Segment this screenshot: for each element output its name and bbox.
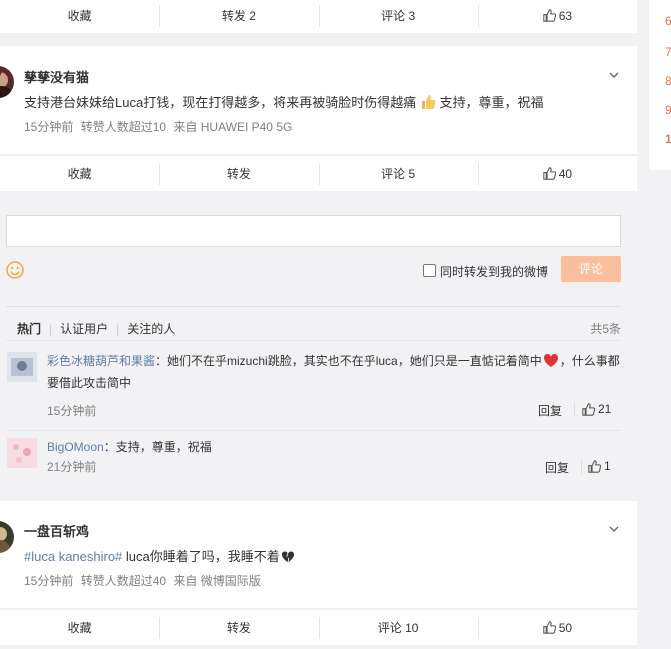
thumbs-up-icon <box>542 9 556 22</box>
divider <box>6 306 621 307</box>
post-text: #luca kaneshiro# luca你睡着了吗，我睡不着 <box>24 546 295 565</box>
divider <box>6 430 621 431</box>
forward-button[interactable]: 转发 <box>159 156 318 191</box>
post-meta: 15分钟前 转赞人数超过10 来自 HUAWEI P40 5G <box>24 118 296 135</box>
comment-label: 评论 10 <box>377 621 419 635</box>
comment-button[interactable]: 评论 5 <box>318 156 478 191</box>
post-card-1: 孳孳没有猫 支持港台妹妹给Luca打钱，现在打得越多，将来再被骑脸时伤得越痛 支… <box>0 46 637 154</box>
hashtag-link[interactable]: #luca kaneshiro# <box>24 549 122 564</box>
comment-filter-tabs: 热门 | 认证用户 | 关注的人 <box>17 320 175 337</box>
comment-like-button[interactable]: 1 <box>588 459 611 473</box>
rank-number: 9 <box>665 103 671 117</box>
tab-separator: | <box>49 321 53 336</box>
post-source: 来自 HUAWEI P40 5G <box>173 120 293 134</box>
forward-button[interactable]: 转发 <box>159 610 318 645</box>
comment-button[interactable]: 评论 3 <box>318 0 478 33</box>
comment-section: 同时转发到我的微博 评论 热门 | 认证用户 | 关注的人 共5条 彩色冰糖葫芦… <box>0 194 637 490</box>
post-source: 来自 微博国际版 <box>173 574 261 588</box>
like-count: 40 <box>558 166 573 181</box>
post-time[interactable]: 15分钟前 <box>24 120 73 134</box>
post1-action-bar: 收藏 转发 评论 5 40 <box>0 155 637 191</box>
comment-label: 评论 5 <box>381 167 416 181</box>
post-text: 支持港台妹妹给Luca打钱，现在打得越多，将来再被骑脸时伤得越痛 支持，尊重，祝… <box>24 92 543 111</box>
comment-like-count: 1 <box>604 459 611 473</box>
like-button[interactable]: 63 <box>477 0 637 33</box>
forward-label: 转发 <box>226 621 251 635</box>
reply-button[interactable]: 回复 <box>538 402 562 419</box>
tab-separator: | <box>116 321 120 336</box>
post-time[interactable]: 15分钟前 <box>24 574 73 588</box>
forward-label: 转发 2 <box>221 9 256 23</box>
thumbs-up-emoji-icon <box>421 95 436 109</box>
forward-label: 转发 <box>226 167 251 181</box>
comment-button[interactable]: 评论 10 <box>318 610 478 645</box>
thumbs-up-icon <box>542 167 556 180</box>
comment-body: ：她们不在乎mizuchi跳脸，其实也不在乎luca，她们只是一直惦记着简中 <box>155 354 542 368</box>
favorite-label: 收藏 <box>67 167 92 181</box>
chevron-down-icon[interactable] <box>609 70 619 80</box>
post-meta: 15分钟前 转赞人数超过40 来自 微博国际版 <box>24 572 265 589</box>
comment-body: ：支持，尊重，祝福 <box>103 440 212 454</box>
right-sidebar-list: 6 7 8 9 1 <box>649 0 671 170</box>
forward-button[interactable]: 转发 2 <box>159 0 318 33</box>
comment-username[interactable]: BigOMoon <box>47 440 104 454</box>
post-reach: 转赞人数超过40 <box>80 574 167 588</box>
like-count: 50 <box>558 620 573 635</box>
favorite-button[interactable]: 收藏 <box>0 610 159 645</box>
post-card-2: 一盘百斩鸡 #luca kaneshiro# luca你睡着了吗，我睡不着 15… <box>0 501 637 608</box>
comment-username[interactable]: 彩色冰糖葫芦和果酱 <box>47 354 155 368</box>
tab-verified[interactable]: 认证用户 <box>60 320 108 337</box>
comment-like-button[interactable]: 21 <box>582 402 611 416</box>
also-forward-label: 同时转发到我的微博 <box>440 265 549 279</box>
comment-item: 彩色冰糖葫芦和果酱：她们不在乎mizuchi跳脸，其实也不在乎luca，她们只是… <box>6 352 621 422</box>
favorite-label: 收藏 <box>67 9 92 23</box>
comment-like-count: 21 <box>598 402 612 416</box>
rank-number: 1 <box>665 132 671 146</box>
emoji-icon[interactable] <box>6 261 24 279</box>
chevron-down-icon[interactable] <box>609 524 619 534</box>
rank-number: 8 <box>665 74 671 88</box>
avatar[interactable] <box>0 521 14 553</box>
divider <box>574 403 575 417</box>
favorite-button[interactable]: 收藏 <box>0 156 159 191</box>
rank-number: 7 <box>665 45 671 59</box>
post2-action-bar: 收藏 转发 评论 10 50 <box>0 609 637 645</box>
avatar[interactable] <box>0 66 14 98</box>
favorite-button[interactable]: 收藏 <box>0 0 159 33</box>
favorite-label: 收藏 <box>67 621 92 635</box>
comment-count: 共5条 <box>590 322 621 336</box>
post-reach: 转赞人数超过10 <box>80 120 167 134</box>
divider <box>6 340 621 341</box>
post-text-body: 支持港台妹妹给Luca打钱，现在打得越多，将来再被骑脸时伤得越痛 <box>24 95 417 110</box>
tab-hot[interactable]: 热门 <box>17 320 41 337</box>
heart-emoji-icon <box>543 353 558 367</box>
post-username[interactable]: 一盘百斩鸡 <box>24 521 89 540</box>
like-button[interactable]: 50 <box>477 610 637 645</box>
like-button[interactable]: 40 <box>477 156 637 191</box>
avatar[interactable] <box>7 438 37 468</box>
tab-following[interactable]: 关注的人 <box>127 320 175 337</box>
reply-button[interactable]: 回复 <box>545 459 569 476</box>
also-forward-checkbox[interactable] <box>423 264 436 277</box>
broken-heart-emoji-icon <box>281 551 294 563</box>
post-text-tail: 支持，尊重，祝福 <box>439 95 544 110</box>
comment-label: 评论 3 <box>381 9 416 23</box>
post-text-body: luca你睡着了吗，我睡不着 <box>122 549 280 564</box>
comment-text: 彩色冰糖葫芦和果酱：她们不在乎mizuchi跳脸，其实也不在乎luca，她们只是… <box>47 350 623 394</box>
comment-input[interactable] <box>6 215 621 247</box>
thumbs-up-icon <box>542 621 556 634</box>
divider <box>581 460 582 474</box>
rank-number: 6 <box>665 14 671 28</box>
comment-text: BigOMoon：支持，尊重，祝福 <box>47 436 212 458</box>
post0-action-bar: 收藏 转发 2 评论 3 63 <box>0 0 637 33</box>
comment-time: 15分钟前 <box>47 404 97 418</box>
thumbs-up-icon <box>588 459 601 473</box>
comment-item: BigOMoon：支持，尊重，祝福 21分钟前 回复 1 <box>6 438 621 488</box>
comment-time: 21分钟前 <box>47 460 97 474</box>
post-username[interactable]: 孳孳没有猫 <box>24 67 89 86</box>
submit-comment-button[interactable]: 评论 <box>561 256 621 282</box>
thumbs-up-icon <box>582 402 595 416</box>
like-count: 63 <box>558 8 573 23</box>
avatar[interactable] <box>7 352 37 382</box>
